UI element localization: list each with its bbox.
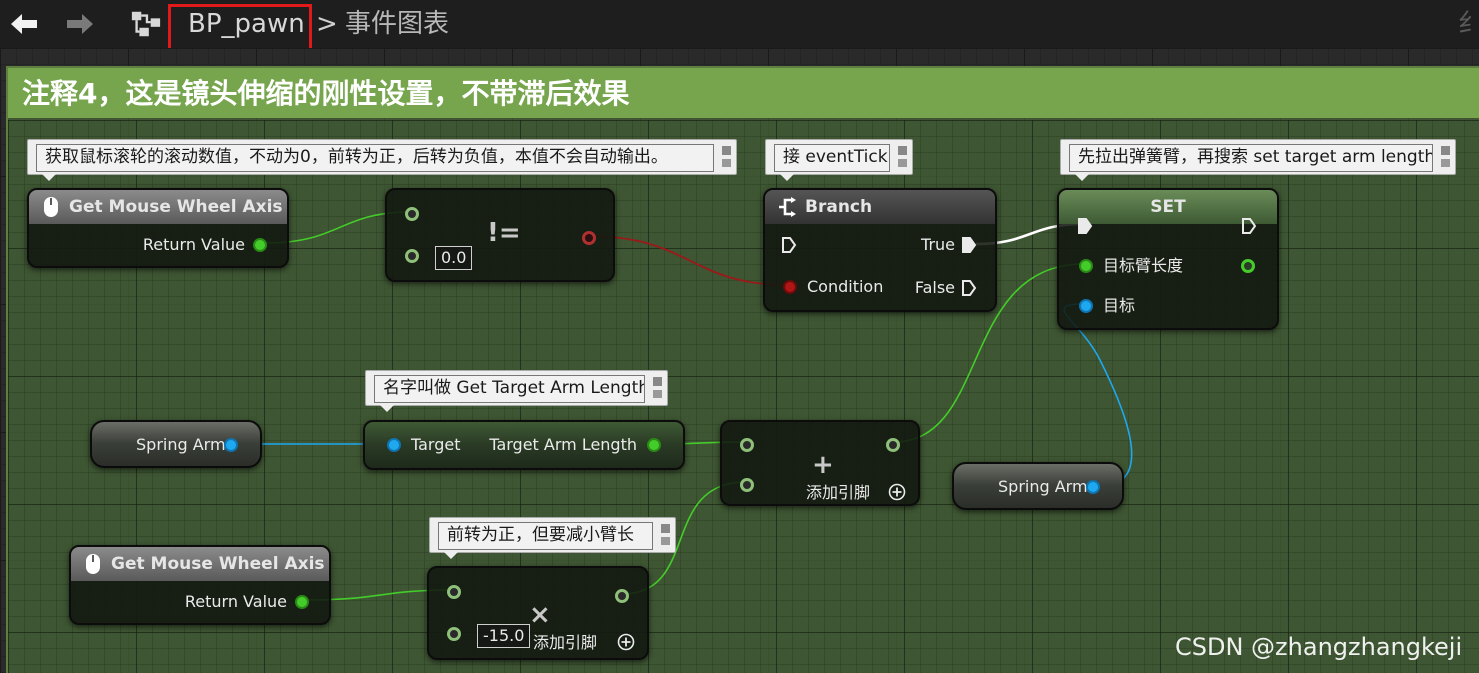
output-pin-target-arm-length[interactable] (1241, 259, 1255, 273)
comment-bubble-text[interactable]: 前转为正，但要减小臂长 (438, 522, 653, 550)
bubble-pin-icon[interactable] (896, 144, 909, 170)
input-pin-b[interactable] (405, 249, 419, 263)
input-pin-a[interactable] (740, 438, 754, 452)
exec-output-false[interactable] (961, 279, 977, 297)
comment-bubble-text[interactable]: 接 eventTick (774, 144, 890, 172)
input-pin-condition[interactable] (783, 280, 797, 294)
input-pin-b[interactable] (447, 627, 461, 641)
pin-label-target-arm-length: Target Arm Length (489, 435, 637, 454)
wire-notequal-to-condition (587, 235, 789, 286)
node-title: SET (1150, 197, 1186, 217)
blueprint-editor: BP_pawn > 事件图表 纟 注释4，这是镜头伸缩的刚性设置，不带滞后效果 … (0, 0, 1479, 673)
output-pin-return-value[interactable] (295, 595, 309, 609)
input-value-b[interactable]: 0.0 (435, 246, 473, 270)
node-get-mouse-wheel-axis[interactable]: Get Mouse Wheel Axis Return Value (27, 188, 289, 268)
pin-label-return-value: Return Value (184, 592, 287, 611)
node-not-equal[interactable]: 0.0 != (385, 188, 615, 282)
comment-bubble-target[interactable]: 名字叫做 Get Target Arm Length (365, 370, 668, 412)
bubble-pin-icon[interactable] (1439, 144, 1452, 170)
variable-label: Spring Arm (136, 435, 226, 454)
add-pin-label[interactable]: 添加引脚 (533, 632, 597, 654)
branch-icon (779, 197, 796, 217)
comment-bubble-wheel[interactable]: 获取鼠标滚轮的滚动数值，不动为0，前转为正，后转为负值，本值不会自动输出。 (27, 139, 737, 181)
add-pin-label[interactable]: 添加引脚 (806, 482, 870, 504)
bubble-pin-icon[interactable] (651, 375, 664, 401)
comment-bubble-text[interactable]: 名字叫做 Get Target Arm Length (374, 375, 645, 403)
pin-label-condition: Condition (807, 277, 884, 296)
comment-bubble-multiply[interactable]: 前转为正，但要减小臂长 (429, 517, 676, 559)
output-pin-return-value[interactable] (253, 238, 267, 252)
comment-bubble-text[interactable]: 获取鼠标滚轮的滚动数值，不动为0，前转为正，后转为负值，本值不会自动输出。 (36, 144, 714, 172)
pin-label-false: False (914, 278, 955, 297)
add-circle-icon[interactable] (617, 633, 635, 651)
output-pin-result[interactable] (615, 589, 629, 603)
operator-symbol: + (812, 450, 834, 480)
watermark: CSDN @zhangzhangkeji (1175, 633, 1463, 661)
node-title-bar[interactable]: Get Mouse Wheel Axis (71, 547, 329, 581)
output-pin-target-arm-length[interactable] (647, 438, 661, 452)
pin-label-return-value: Return Value (142, 235, 245, 254)
output-pin-result[interactable] (886, 438, 900, 452)
bubble-tail (1075, 174, 1089, 181)
output-pin-spring-arm[interactable] (1086, 480, 1100, 494)
pin-label-true: True (921, 235, 955, 254)
node-get-mouse-wheel-axis[interactable]: Get Mouse Wheel Axis Return Value (69, 545, 331, 625)
bubble-pin-icon[interactable] (659, 522, 672, 548)
input-pin-target[interactable] (1079, 299, 1093, 313)
node-title-bar[interactable]: Branch (765, 190, 995, 224)
bubble-tail (380, 405, 394, 412)
input-pin-target[interactable] (387, 438, 401, 452)
input-pin-a[interactable] (405, 207, 419, 221)
node-spring-arm-variable[interactable]: Spring Arm (952, 462, 1124, 510)
variable-label: Spring Arm (998, 477, 1088, 496)
input-pin-a[interactable] (447, 585, 461, 599)
node-add[interactable]: + 添加引脚 (720, 420, 920, 506)
node-branch[interactable]: Branch True Condition False (763, 188, 997, 312)
exec-input-pin[interactable] (1077, 217, 1093, 235)
bubble-tail (42, 174, 56, 181)
comment-bubble-tick[interactable]: 接 eventTick (765, 139, 913, 181)
mouse-icon (44, 197, 58, 217)
node-title: Get Mouse Wheel Axis (111, 554, 325, 574)
output-pin-result[interactable] (582, 231, 596, 245)
operator-symbol: != (487, 218, 521, 248)
add-circle-icon[interactable] (888, 483, 906, 501)
node-spring-arm-variable[interactable]: Spring Arm (90, 420, 262, 468)
node-title: Branch (805, 197, 873, 217)
exec-output-pin[interactable] (1241, 217, 1257, 235)
output-pin-spring-arm[interactable] (224, 438, 238, 452)
operator-symbol: × (529, 600, 551, 630)
node-multiply[interactable]: -15.0 × 添加引脚 (427, 566, 649, 660)
exec-output-true[interactable] (961, 236, 977, 254)
node-get-target-arm-length[interactable]: Target Target Arm Length (363, 420, 685, 470)
pin-label-target: Target (411, 435, 461, 454)
pin-label-target: 目标 (1103, 296, 1136, 315)
input-pin-target-arm-length[interactable] (1079, 259, 1093, 273)
node-title: Get Mouse Wheel Axis (69, 197, 283, 217)
node-title-bar[interactable]: Get Mouse Wheel Axis (29, 190, 287, 224)
input-pin-b[interactable] (740, 478, 754, 492)
comment-bubble-text[interactable]: 先拉出弹簧臂，再搜索 set target arm length (1069, 144, 1433, 172)
bubble-pin-icon[interactable] (720, 144, 733, 170)
node-set[interactable]: SET 目标臂长度 目标 (1057, 188, 1279, 330)
bubble-tail (444, 552, 458, 559)
pin-label-target-arm-length: 目标臂长度 (1103, 256, 1184, 275)
bubble-tail (780, 174, 794, 181)
mouse-icon (86, 554, 100, 574)
wire-springarm2-to-set-target (1063, 303, 1133, 487)
exec-input-pin[interactable] (781, 236, 797, 254)
comment-bubble-set[interactable]: 先拉出弹簧臂，再搜索 set target arm length (1060, 139, 1456, 181)
input-value-b[interactable]: -15.0 (477, 624, 531, 648)
